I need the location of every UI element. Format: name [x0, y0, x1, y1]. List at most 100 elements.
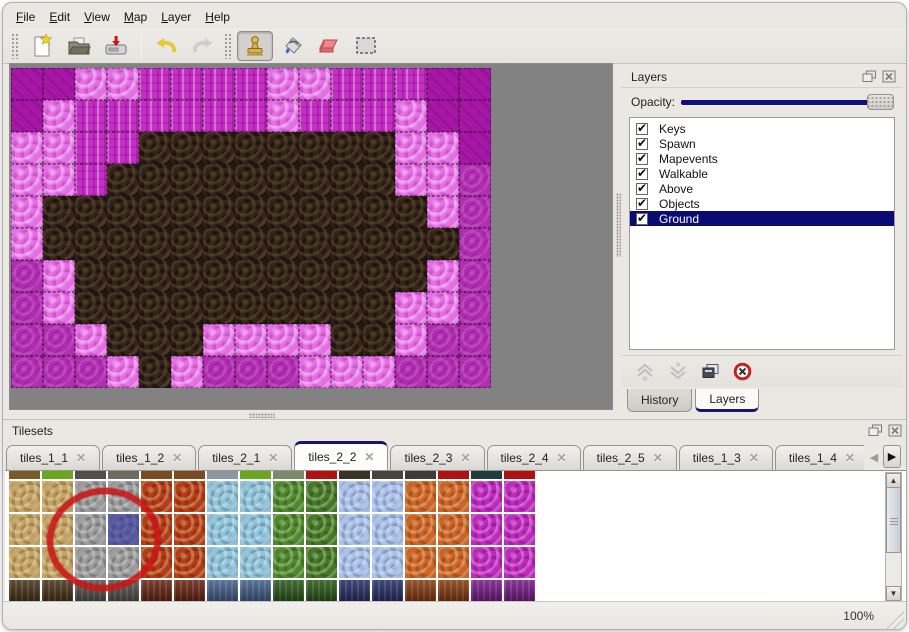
map-tile[interactable]: [11, 228, 43, 260]
lower-layer-icon[interactable]: [668, 362, 688, 381]
tileset-tile[interactable]: [240, 481, 271, 512]
tileset-tile[interactable]: [339, 547, 370, 578]
map-tile[interactable]: [459, 164, 491, 196]
map-tile[interactable]: [395, 132, 427, 164]
map-tile[interactable]: [427, 356, 459, 388]
tileset-tab-tiles_2_2[interactable]: tiles_2_2✕: [294, 441, 388, 470]
layer-row-objects[interactable]: Objects: [630, 196, 894, 211]
close-panel-icon[interactable]: [882, 70, 896, 83]
map-tile[interactable]: [427, 68, 459, 100]
tileset-tile-partial[interactable]: [9, 580, 40, 601]
map-tile[interactable]: [235, 324, 267, 356]
scrollbar-thumb[interactable]: [886, 487, 901, 553]
map-tile[interactable]: [139, 324, 171, 356]
map-tile[interactable]: [43, 228, 75, 260]
map-tile[interactable]: [459, 356, 491, 388]
tab-close-icon[interactable]: ✕: [460, 451, 470, 465]
toolbar-grip-2[interactable]: [224, 33, 231, 59]
map-tile[interactable]: [11, 164, 43, 196]
new-button[interactable]: [24, 31, 60, 61]
map-tile[interactable]: [267, 356, 299, 388]
map-tile[interactable]: [267, 164, 299, 196]
tileset-tile-partial[interactable]: [372, 580, 403, 601]
map-tile[interactable]: [11, 132, 43, 164]
map-tile[interactable]: [11, 260, 43, 292]
tab-close-icon[interactable]: ✕: [76, 451, 86, 465]
fill-tool-button[interactable]: [274, 31, 310, 61]
layer-row-spawn[interactable]: Spawn: [630, 136, 894, 151]
tileset-scrollbar[interactable]: ▲ ▼: [885, 472, 902, 602]
tileset-tile[interactable]: [306, 547, 337, 578]
map-tile[interactable]: [299, 228, 331, 260]
map-tile[interactable]: [267, 100, 299, 132]
layer-row-above[interactable]: Above: [630, 181, 894, 196]
map-tile[interactable]: [331, 324, 363, 356]
map-tile[interactable]: [235, 68, 267, 100]
save-button[interactable]: [98, 31, 134, 61]
tileset-tile[interactable]: [438, 481, 469, 512]
map-tile[interactable]: [267, 132, 299, 164]
map-tile[interactable]: [43, 292, 75, 324]
map-tile[interactable]: [171, 292, 203, 324]
map-tile[interactable]: [75, 228, 107, 260]
map-tile[interactable]: [171, 196, 203, 228]
map-tile[interactable]: [395, 292, 427, 324]
tileset-tile-partial[interactable]: [438, 471, 469, 479]
map-tile[interactable]: [139, 100, 171, 132]
map-tile[interactable]: [11, 100, 43, 132]
map-tile[interactable]: [75, 132, 107, 164]
map-tile[interactable]: [459, 324, 491, 356]
tileset-tile-partial[interactable]: [504, 471, 535, 479]
map-tile[interactable]: [235, 356, 267, 388]
map-tile[interactable]: [75, 100, 107, 132]
tileset-tile[interactable]: [306, 514, 337, 545]
tileset-tile-partial[interactable]: [504, 580, 535, 601]
tileset-tile-partial[interactable]: [273, 580, 304, 601]
map-tile[interactable]: [363, 164, 395, 196]
map-tile[interactable]: [11, 196, 43, 228]
map-tile[interactable]: [43, 196, 75, 228]
tileset-tile-partial[interactable]: [372, 471, 403, 479]
layer-visibility-checkbox[interactable]: [636, 213, 648, 225]
map-tile[interactable]: [331, 196, 363, 228]
menu-item-view[interactable]: View: [77, 8, 117, 26]
map-tile[interactable]: [427, 132, 459, 164]
map-tile[interactable]: [395, 356, 427, 388]
tileset-tab-tiles_1_2[interactable]: tiles_1_2✕: [102, 445, 196, 470]
map-tile[interactable]: [331, 356, 363, 388]
map-tile[interactable]: [171, 260, 203, 292]
map-tile[interactable]: [43, 356, 75, 388]
close-panel-icon[interactable]: [888, 424, 902, 437]
map-tile[interactable]: [427, 260, 459, 292]
map-tile[interactable]: [203, 228, 235, 260]
map-tile[interactable]: [75, 292, 107, 324]
map-tile[interactable]: [75, 324, 107, 356]
map-tile[interactable]: [75, 356, 107, 388]
map-tile[interactable]: [139, 260, 171, 292]
layer-row-keys[interactable]: Keys: [630, 121, 894, 136]
map-tile[interactable]: [363, 132, 395, 164]
map-tile[interactable]: [299, 356, 331, 388]
layer-visibility-checkbox[interactable]: [636, 153, 648, 165]
dock-tab-history[interactable]: History: [627, 389, 692, 412]
map-tile[interactable]: [235, 164, 267, 196]
raise-layer-icon[interactable]: [635, 362, 655, 381]
float-panel-icon[interactable]: [868, 424, 883, 437]
eraser-tool-button[interactable]: [311, 31, 347, 61]
map-tile[interactable]: [363, 260, 395, 292]
map-tile[interactable]: [107, 324, 139, 356]
map-tile[interactable]: [299, 324, 331, 356]
tab-close-icon[interactable]: ✕: [364, 450, 374, 464]
map-tile[interactable]: [107, 228, 139, 260]
map-tile[interactable]: [43, 68, 75, 100]
tileset-tile[interactable]: [207, 547, 238, 578]
tileset-tile[interactable]: [504, 547, 535, 578]
tileset-tile[interactable]: [306, 481, 337, 512]
tileset-tile-partial[interactable]: [174, 471, 205, 479]
map-tile[interactable]: [299, 196, 331, 228]
tileset-tile[interactable]: [174, 547, 205, 578]
map-tile[interactable]: [427, 196, 459, 228]
map-tile[interactable]: [75, 196, 107, 228]
map-tile[interactable]: [171, 356, 203, 388]
map-tile[interactable]: [299, 292, 331, 324]
